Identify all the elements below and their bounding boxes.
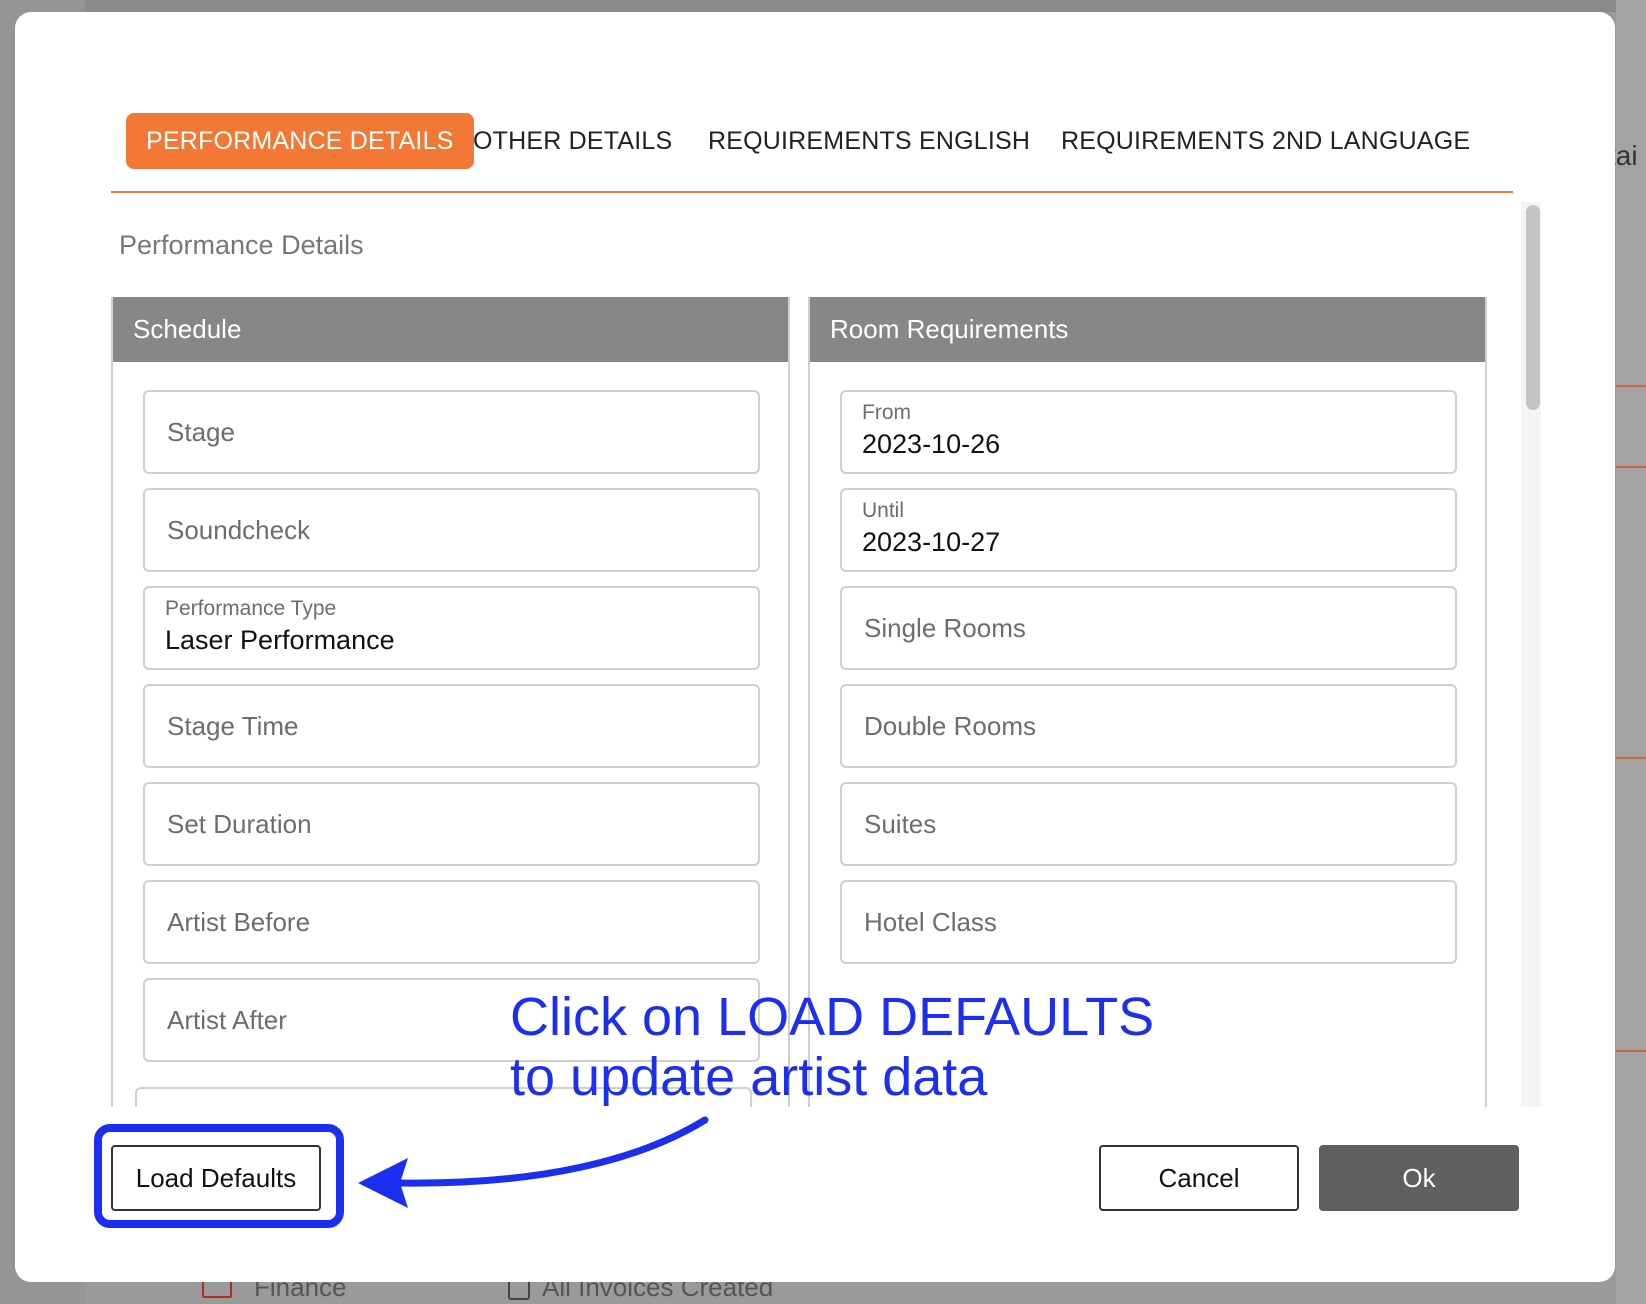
from-date-label: From bbox=[862, 401, 911, 424]
tab-requirements-english[interactable]: REQUIREMENTS ENGLISH bbox=[708, 113, 1030, 169]
cancel-button[interactable]: Cancel bbox=[1099, 1145, 1299, 1211]
finance-icon bbox=[202, 1280, 232, 1299]
room-requirements-panel: Room Requirements From 2023-10-26 Until … bbox=[808, 297, 1487, 1107]
performance-type-field[interactable]: Performance Type Laser Performance bbox=[143, 586, 760, 670]
scroll-content: Schedule Stage Soundcheck Performance Ty… bbox=[111, 297, 1503, 1107]
artist-after-placeholder: Artist After bbox=[167, 1005, 287, 1035]
single-rooms-placeholder: Single Rooms bbox=[864, 613, 1026, 643]
set-duration-field[interactable]: Set Duration bbox=[143, 782, 760, 866]
schedule-header: Schedule bbox=[113, 297, 788, 362]
annotation-line-1: Click on LOAD DEFAULTS bbox=[510, 987, 1155, 1047]
tab-bar: PERFORMANCE DETAILS OTHER DETAILS REQUIR… bbox=[111, 113, 1513, 193]
performance-type-label: Performance Type bbox=[165, 597, 337, 620]
background-right-strip bbox=[1616, 0, 1646, 1304]
soundcheck-placeholder: Soundcheck bbox=[167, 515, 311, 545]
performance-type-value: Laser Performance bbox=[165, 625, 395, 655]
single-rooms-field[interactable]: Single Rooms bbox=[840, 586, 1457, 670]
stage-time-placeholder: Stage Time bbox=[167, 711, 299, 741]
suites-field[interactable]: Suites bbox=[840, 782, 1457, 866]
room-requirements-header: Room Requirements bbox=[810, 297, 1485, 362]
tab-other-details[interactable]: OTHER DETAILS bbox=[473, 113, 672, 169]
artist-before-placeholder: Artist Before bbox=[167, 907, 311, 937]
double-rooms-placeholder: Double Rooms bbox=[864, 711, 1036, 741]
background-divider bbox=[1616, 1050, 1646, 1052]
until-date-label: Until bbox=[862, 499, 905, 522]
load-defaults-highlight bbox=[94, 1124, 344, 1228]
until-date-field[interactable]: Until 2023-10-27 bbox=[840, 488, 1457, 572]
set-duration-placeholder: Set Duration bbox=[167, 809, 312, 839]
from-date-value: 2023-10-26 bbox=[862, 429, 1001, 459]
background-divider bbox=[1616, 757, 1646, 759]
artist-before-field[interactable]: Artist Before bbox=[143, 880, 760, 964]
annotation-line-2: to update artist data bbox=[510, 1047, 988, 1107]
stage-field[interactable]: Stage bbox=[143, 390, 760, 474]
tab-performance-details[interactable]: PERFORMANCE DETAILS bbox=[126, 113, 474, 169]
suites-placeholder: Suites bbox=[864, 809, 937, 839]
double-rooms-field[interactable]: Double Rooms bbox=[840, 684, 1457, 768]
scrollbar-thumb[interactable] bbox=[1526, 205, 1540, 410]
tab-requirements-2nd-language[interactable]: REQUIREMENTS 2ND LANGUAGE bbox=[1061, 113, 1470, 169]
background-topbar bbox=[0, 0, 1646, 12]
from-date-field[interactable]: From 2023-10-26 bbox=[840, 390, 1457, 474]
ok-button[interactable]: Ok bbox=[1319, 1145, 1519, 1211]
section-title: Performance Details bbox=[119, 230, 364, 260]
hotel-class-field[interactable]: Hotel Class bbox=[840, 880, 1457, 964]
soundcheck-field[interactable]: Soundcheck bbox=[143, 488, 760, 572]
background-divider bbox=[1616, 385, 1646, 387]
schedule-panel: Schedule Stage Soundcheck Performance Ty… bbox=[111, 297, 790, 1107]
stage-time-field[interactable]: Stage Time bbox=[143, 684, 760, 768]
annotation-text: Click on LOAD DEFAULTS to update artist … bbox=[510, 987, 1154, 1107]
hotel-class-placeholder: Hotel Class bbox=[864, 907, 997, 937]
background-divider bbox=[1616, 466, 1646, 468]
until-date-value: 2023-10-27 bbox=[862, 527, 1001, 557]
stage-placeholder: Stage bbox=[167, 417, 235, 447]
